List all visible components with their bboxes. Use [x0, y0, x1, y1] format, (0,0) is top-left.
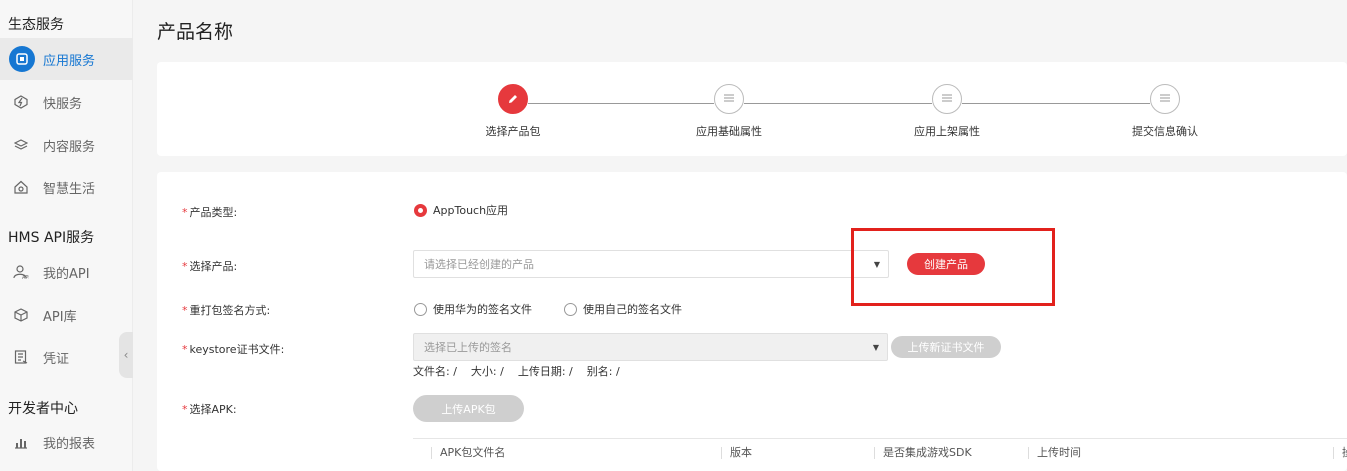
apk-table-header: APK包文件名 版本 是否集成游戏SDK 上传时间 操	[413, 438, 1347, 468]
sidebar-item-label: API库	[43, 309, 77, 325]
sidebar-group-developer-center: 开发者中心	[8, 401, 78, 417]
steps-card: 选择产品包 应用基础属性 应用上架属性 提交信息确认	[157, 62, 1347, 156]
sidebar-item-api-library[interactable]: API库	[0, 294, 133, 336]
radio-own-signature[interactable]: 使用自己的签名文件	[564, 301, 682, 317]
keystore-file-info: 文件名: / 大小: / 上传日期: / 别名: /	[413, 363, 620, 379]
radio-apptouch[interactable]: AppTouch应用	[414, 202, 508, 218]
sidebar-item-label: 智慧生活	[43, 181, 96, 197]
sidebar-item-my-api[interactable]: API 我的API	[0, 251, 133, 293]
step-listing-attributes[interactable]: 应用上架属性	[877, 84, 1017, 139]
upload-date-text: 上传日期: /	[517, 365, 573, 378]
column-header: APK包文件名	[431, 447, 505, 459]
product-type-label: * 产品类型:	[182, 206, 238, 219]
smart-life-icon	[13, 179, 29, 195]
page-title: 产品名称	[157, 21, 234, 43]
step-label: 提交信息确认	[1132, 125, 1198, 138]
sidebar: 生态服务 应用服务 快服务 内容服务 智慧生活 HMS API服务 API 我的…	[0, 0, 133, 471]
sidebar-item-label: 内容服务	[43, 139, 96, 155]
report-icon	[13, 434, 29, 450]
step-basic-attributes[interactable]: 应用基础属性	[659, 84, 799, 139]
sidebar-item-app-service[interactable]: 应用服务	[0, 38, 133, 80]
caret-down-icon: ▼	[872, 343, 879, 352]
app-service-icon	[9, 46, 35, 72]
select-apk-label: * 选择APK:	[182, 403, 237, 416]
form-card: * 产品类型: AppTouch应用 * 选择产品: 请选择已经创建的产品 ▼ 创建…	[157, 172, 1347, 471]
svg-text:API: API	[22, 275, 29, 280]
sidebar-item-label: 凭证	[43, 351, 70, 367]
sidebar-group-ecosystem: 生态服务	[8, 17, 64, 33]
sidebar-item-smart-life[interactable]: 智慧生活	[0, 166, 133, 208]
radio-selected-icon	[414, 203, 427, 217]
content-service-icon	[13, 137, 29, 153]
file-size-text: 大小: /	[470, 365, 504, 378]
sidebar-item-my-report[interactable]: 我的报表	[0, 421, 133, 463]
sidebar-item-label: 应用服务	[43, 53, 96, 69]
radio-unselected-icon	[414, 302, 427, 316]
highlight-annotation-box	[851, 228, 1055, 306]
step-label: 应用基础属性	[696, 125, 762, 138]
resign-method-label: * 重打包签名方式:	[182, 304, 271, 317]
sidebar-collapse-toggle[interactable]: ‹	[119, 332, 133, 378]
sidebar-item-label: 快服务	[43, 96, 83, 112]
column-header: 操	[1333, 447, 1347, 459]
keystore-select[interactable]: 选择已上传的签名 ▼	[413, 333, 888, 361]
credential-icon	[13, 349, 29, 365]
keystore-label: * keystore证书文件:	[182, 343, 285, 356]
radio-unselected-icon	[564, 302, 577, 316]
alias-text: 别名: /	[586, 365, 620, 378]
pencil-icon	[498, 84, 528, 114]
list-icon	[714, 84, 744, 114]
step-select-package[interactable]: 选择产品包	[443, 84, 583, 139]
api-library-icon	[13, 307, 29, 323]
sidebar-group-hms-api: HMS API服务	[8, 230, 95, 246]
quick-service-icon	[13, 94, 29, 110]
column-header: 上传时间	[1028, 447, 1081, 459]
sidebar-item-content-service[interactable]: 内容服务	[0, 124, 133, 166]
select-product-label: * 选择产品:	[182, 260, 238, 273]
list-icon	[932, 84, 962, 114]
chevron-left-icon: ‹	[123, 348, 129, 362]
file-name-text: 文件名: /	[413, 365, 457, 378]
upload-apk-button[interactable]: 上传APK包	[413, 395, 524, 422]
step-label: 选择产品包	[485, 125, 541, 138]
sidebar-item-label: 我的报表	[43, 436, 96, 452]
upload-certificate-button[interactable]: 上传新证书文件	[891, 336, 1001, 358]
list-icon	[1150, 84, 1180, 114]
sidebar-item-label: 我的API	[43, 266, 90, 282]
column-header: 是否集成游戏SDK	[874, 447, 972, 459]
product-select[interactable]: 请选择已经创建的产品 ▼	[413, 250, 889, 278]
sidebar-item-quick-service[interactable]: 快服务	[0, 81, 133, 123]
sidebar-item-credential[interactable]: 凭证	[0, 336, 133, 378]
column-header: 版本	[721, 447, 752, 459]
my-api-icon: API	[13, 264, 29, 280]
step-confirm-submit[interactable]: 提交信息确认	[1095, 84, 1235, 139]
step-label: 应用上架属性	[914, 125, 980, 138]
radio-huawei-signature[interactable]: 使用华为的签名文件	[414, 301, 532, 317]
main-content: 产品名称 选择产品包 应用基础属性 应用上架属性 提交信息确认 * 产品类型: …	[133, 0, 1347, 471]
